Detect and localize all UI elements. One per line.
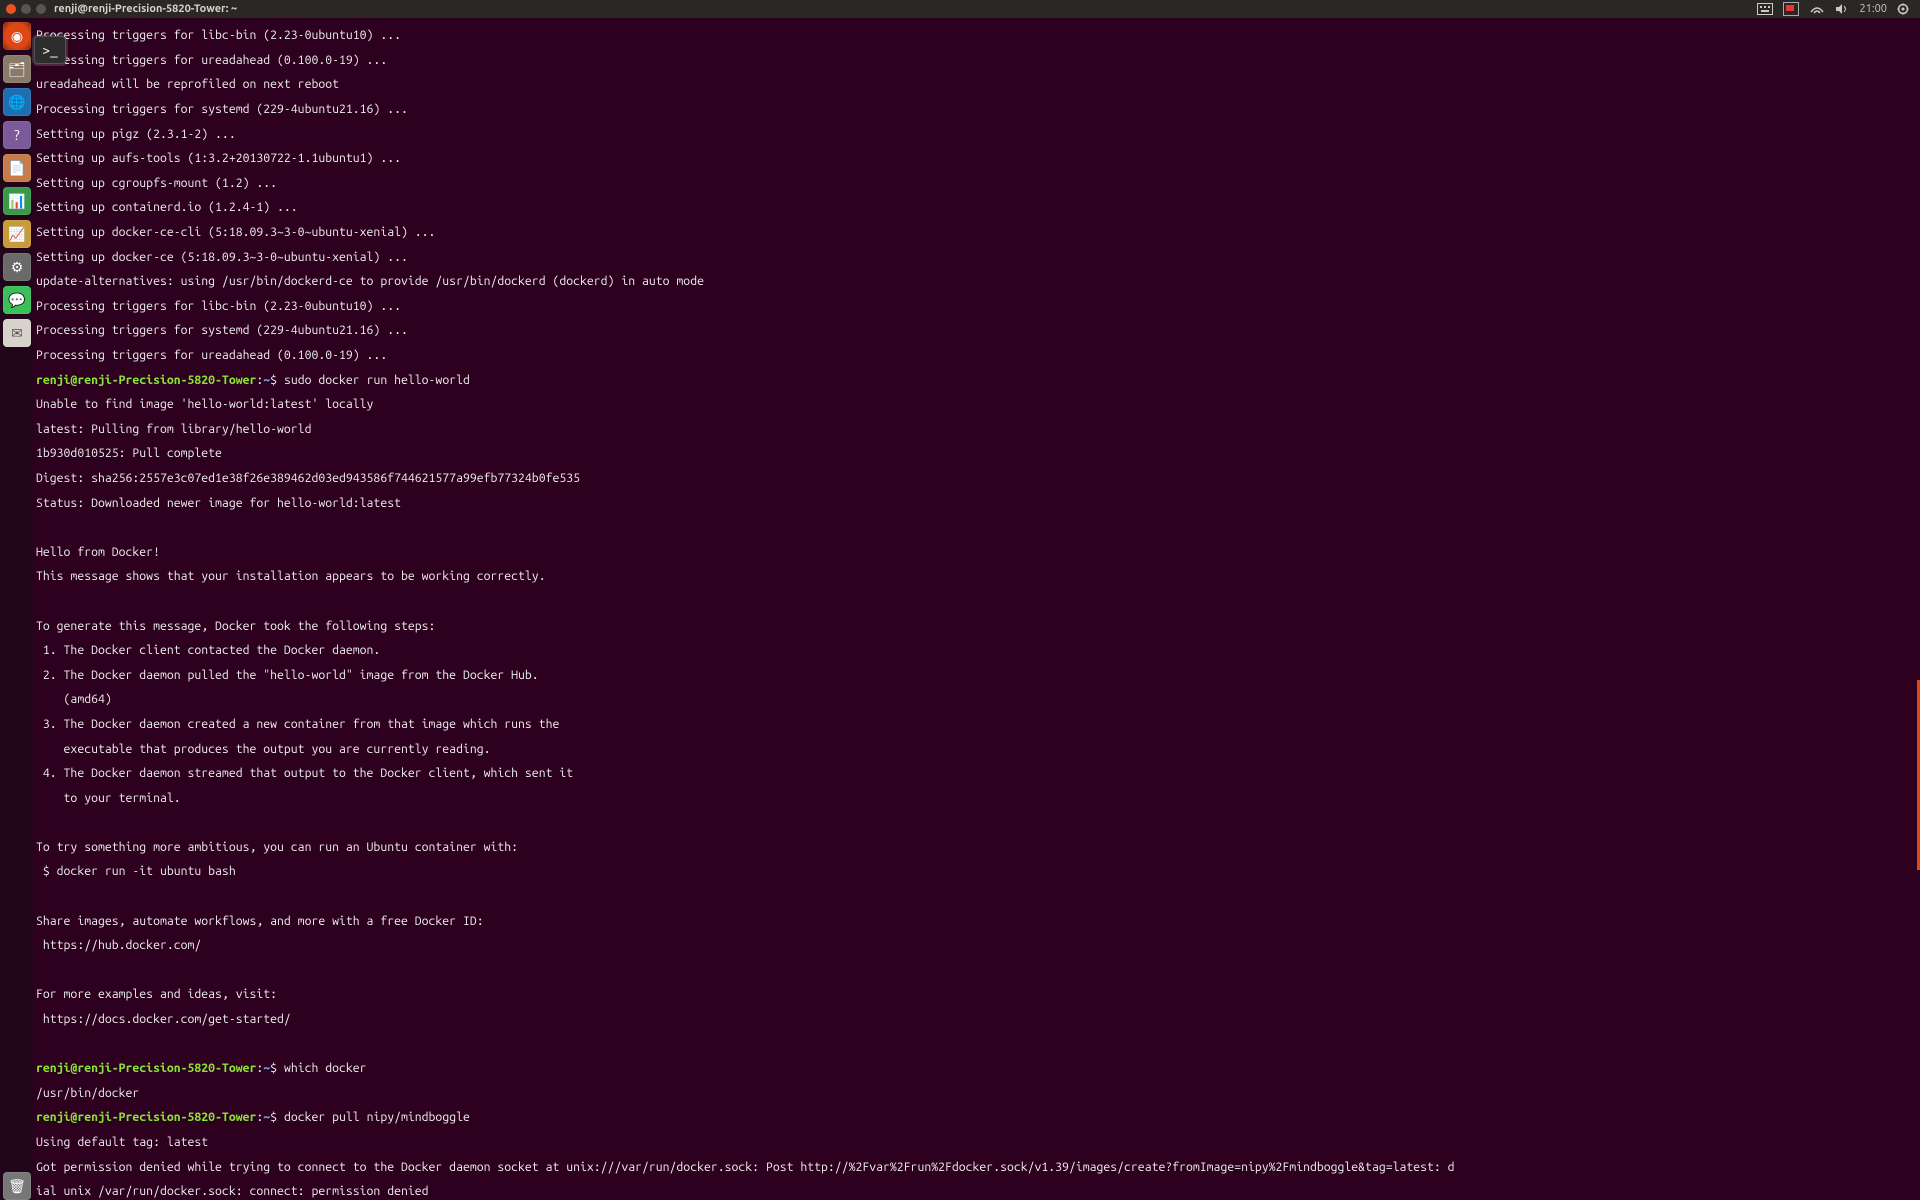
settings-app-icon[interactable]: ⚙	[3, 253, 31, 281]
sound-indicator-icon[interactable]	[1835, 3, 1849, 15]
window-close-button[interactable]	[6, 4, 16, 14]
terminal-line	[36, 817, 1918, 829]
trash-icon[interactable]: 🗑	[3, 1172, 31, 1200]
window-controls	[6, 4, 46, 14]
top-panel: renji@renji-Precision-5820-Tower: ~ 21:0…	[0, 0, 1920, 18]
terminal-line: Processing triggers for systemd (229-4ub…	[36, 325, 1918, 337]
typed-command: which docker	[284, 1062, 367, 1075]
terminal-line	[36, 1039, 1918, 1051]
terminal-line: 2. The Docker daemon pulled the "hello-w…	[36, 670, 1918, 682]
terminal-line: Using default tag: latest	[36, 1137, 1918, 1149]
envelope-icon: ✉	[11, 325, 23, 342]
terminal-line: Setting up aufs-tools (1:3.2+20130722-1.…	[36, 153, 1918, 165]
mail-app-icon[interactable]: ✉	[3, 319, 31, 347]
terminal-line: https://hub.docker.com/	[36, 940, 1918, 952]
impress-app-icon[interactable]: 📈	[3, 220, 31, 248]
folder-icon: 🗂	[8, 61, 26, 78]
network-indicator-icon[interactable]	[1809, 3, 1825, 15]
terminal-app-icon[interactable]: >_	[34, 36, 66, 64]
terminal-line: 4. The Docker daemon streamed that outpu…	[36, 768, 1918, 780]
dash-icon[interactable]: ◉	[3, 22, 31, 50]
terminal-line	[36, 596, 1918, 608]
wechat-app-icon[interactable]: 💬	[3, 286, 31, 314]
presentation-icon: 📈	[8, 226, 25, 243]
terminal-line: This message shows that your installatio…	[36, 571, 1918, 583]
typed-command: sudo docker run hello-world	[284, 374, 470, 387]
terminal-line	[36, 522, 1918, 534]
terminal-line: Status: Downloaded newer image for hello…	[36, 498, 1918, 510]
settings-indicator-icon[interactable]	[1897, 3, 1909, 15]
window-minimize-button[interactable]	[21, 4, 31, 14]
terminal-line: To generate this message, Docker took th…	[36, 621, 1918, 633]
document-icon: 📄	[8, 160, 25, 177]
terminal-line: 3. The Docker daemon created a new conta…	[36, 719, 1918, 731]
terminal-line: latest: Pulling from library/hello-world	[36, 424, 1918, 436]
terminal-line: ial unix /var/run/docker.sock: connect: …	[36, 1186, 1918, 1198]
clock-indicator[interactable]: 21:00	[1859, 3, 1887, 15]
terminal-line: $ docker run -it ubuntu bash	[36, 866, 1918, 878]
terminal-line: Processing triggers for systemd (229-4ub…	[36, 104, 1918, 116]
terminal-line: (amd64)	[36, 694, 1918, 706]
terminal-line: Share images, automate workflows, and mo…	[36, 916, 1918, 928]
window-title: renji@renji-Precision-5820-Tower: ~	[54, 3, 237, 15]
terminal-line: Processing triggers for ureadahead (0.10…	[36, 350, 1918, 362]
terminal-line: Hello from Docker!	[36, 547, 1918, 559]
terminal-prompt-line: renji@renji-Precision-5820-Tower:~$ dock…	[36, 1112, 1918, 1124]
terminal-line: 1b930d010525: Pull complete	[36, 448, 1918, 460]
screen-record-icon[interactable]	[1783, 2, 1799, 16]
terminal-line: 1. The Docker client contacted the Docke…	[36, 645, 1918, 657]
writer-app-icon[interactable]: 📄	[3, 154, 31, 182]
terminal-prompt-line: renji@renji-Precision-5820-Tower:~$ sudo…	[36, 375, 1918, 387]
terminal-line: update-alternatives: using /usr/bin/dock…	[36, 276, 1918, 288]
terminal-line: Setting up pigz (2.3.1-2) ...	[36, 129, 1918, 141]
chat-icon: 💬	[8, 292, 25, 309]
terminal-line: https://docs.docker.com/get-started/	[36, 1014, 1918, 1026]
terminal-line: Processing triggers for ureadahead (0.10…	[36, 55, 1918, 67]
terminal-line	[36, 891, 1918, 903]
terminal-line	[36, 965, 1918, 977]
terminal-line: Processing triggers for libc-bin (2.23-0…	[36, 301, 1918, 313]
window-maximize-button[interactable]	[36, 4, 46, 14]
keyboard-indicator-icon[interactable]	[1757, 3, 1773, 15]
help-app-icon[interactable]: ?	[3, 121, 31, 149]
terminal-line: For more examples and ideas, visit:	[36, 989, 1918, 1001]
terminal-line: Processing triggers for libc-bin (2.23-0…	[36, 30, 1918, 42]
ubuntu-logo-icon: ◉	[11, 28, 23, 45]
browser-app-icon[interactable]: 🌐	[3, 88, 31, 116]
globe-icon: 🌐	[8, 94, 25, 111]
gear-icon: ⚙	[11, 259, 24, 276]
typed-command: docker pull nipy/mindboggle	[284, 1111, 470, 1124]
terminal-line: Setting up containerd.io (1.2.4-1) ...	[36, 202, 1918, 214]
question-icon: ?	[14, 127, 19, 143]
terminal-line: /usr/bin/docker	[36, 1088, 1918, 1100]
terminal-line: Setting up docker-ce (5:18.09.3~3-0~ubun…	[36, 252, 1918, 264]
terminal-prompt-line: renji@renji-Precision-5820-Tower:~$ whic…	[36, 1063, 1918, 1075]
terminal-line: ureadahead will be reprofiled on next re…	[36, 79, 1918, 91]
trash-can-icon: 🗑	[8, 1178, 26, 1195]
terminal-line: Setting up docker-ce-cli (5:18.09.3~3-0~…	[36, 227, 1918, 239]
prompt-icon: >_	[42, 44, 58, 56]
terminal-line: Unable to find image 'hello-world:latest…	[36, 399, 1918, 411]
files-app-icon[interactable]: 🗂	[3, 55, 31, 83]
terminal-line: To try something more ambitious, you can…	[36, 842, 1918, 854]
terminal-line: Digest: sha256:2557e3c07ed1e38f26e389462…	[36, 473, 1918, 485]
terminal-line: Setting up cgroupfs-mount (1.2) ...	[36, 178, 1918, 190]
terminal-line: executable that produces the output you …	[36, 744, 1918, 756]
terminal-viewport[interactable]: Processing triggers for libc-bin (2.23-0…	[34, 18, 1920, 1200]
unity-launcher: ◉ 🗂 🌐 ? 📄 📊 📈 >_ ⚙ 💬 ✉ 🗑	[0, 18, 34, 1200]
terminal-line: to your terminal.	[36, 793, 1918, 805]
spreadsheet-icon: 📊	[8, 193, 25, 210]
terminal-line: Got permission denied while trying to co…	[36, 1162, 1918, 1174]
calc-app-icon[interactable]: 📊	[3, 187, 31, 215]
